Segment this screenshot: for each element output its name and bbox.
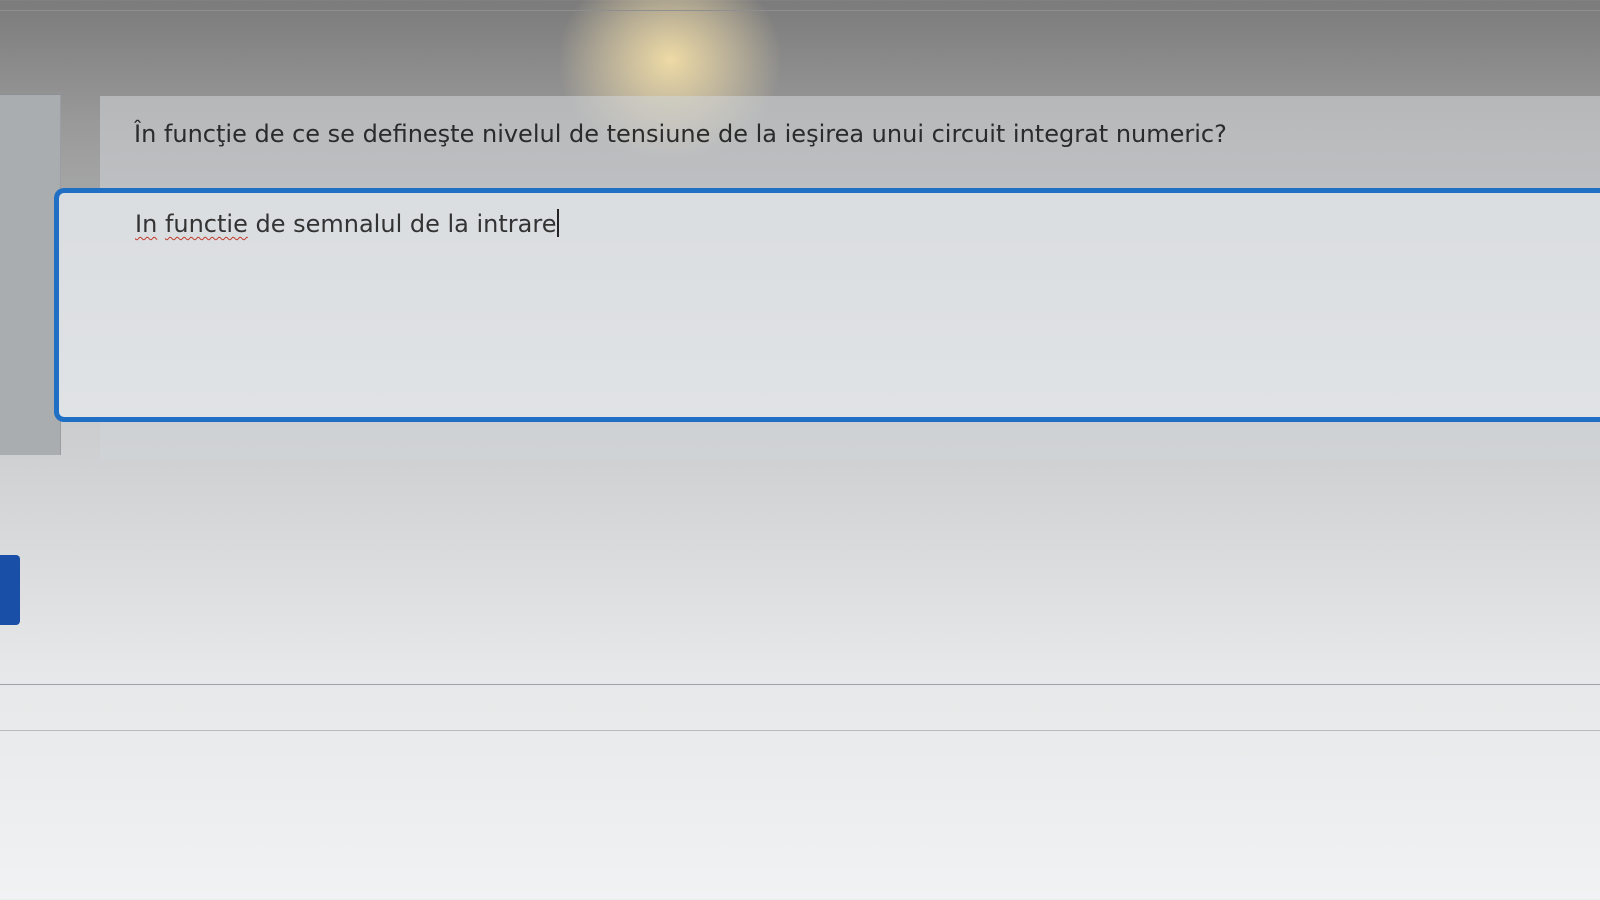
text-cursor [557, 209, 560, 237]
answer-textarea[interactable]: In functie de semnalul de la intrare [54, 188, 1600, 422]
answer-word-misspelled-2: functie [164, 210, 248, 238]
section-divider [0, 684, 1600, 685]
answer-text[interactable]: In functie de semnalul de la intrare [135, 209, 560, 238]
answer-word-misspelled-1: In [135, 210, 158, 238]
section-divider-secondary [0, 730, 1600, 731]
answer-text-rest: de semnalul de la intrare [247, 210, 557, 238]
question-text: În funcţie de ce se defineşte nivelul de… [134, 120, 1227, 148]
top-divider [0, 10, 1600, 11]
left-panel [0, 94, 61, 455]
side-tab-button[interactable] [0, 555, 20, 625]
